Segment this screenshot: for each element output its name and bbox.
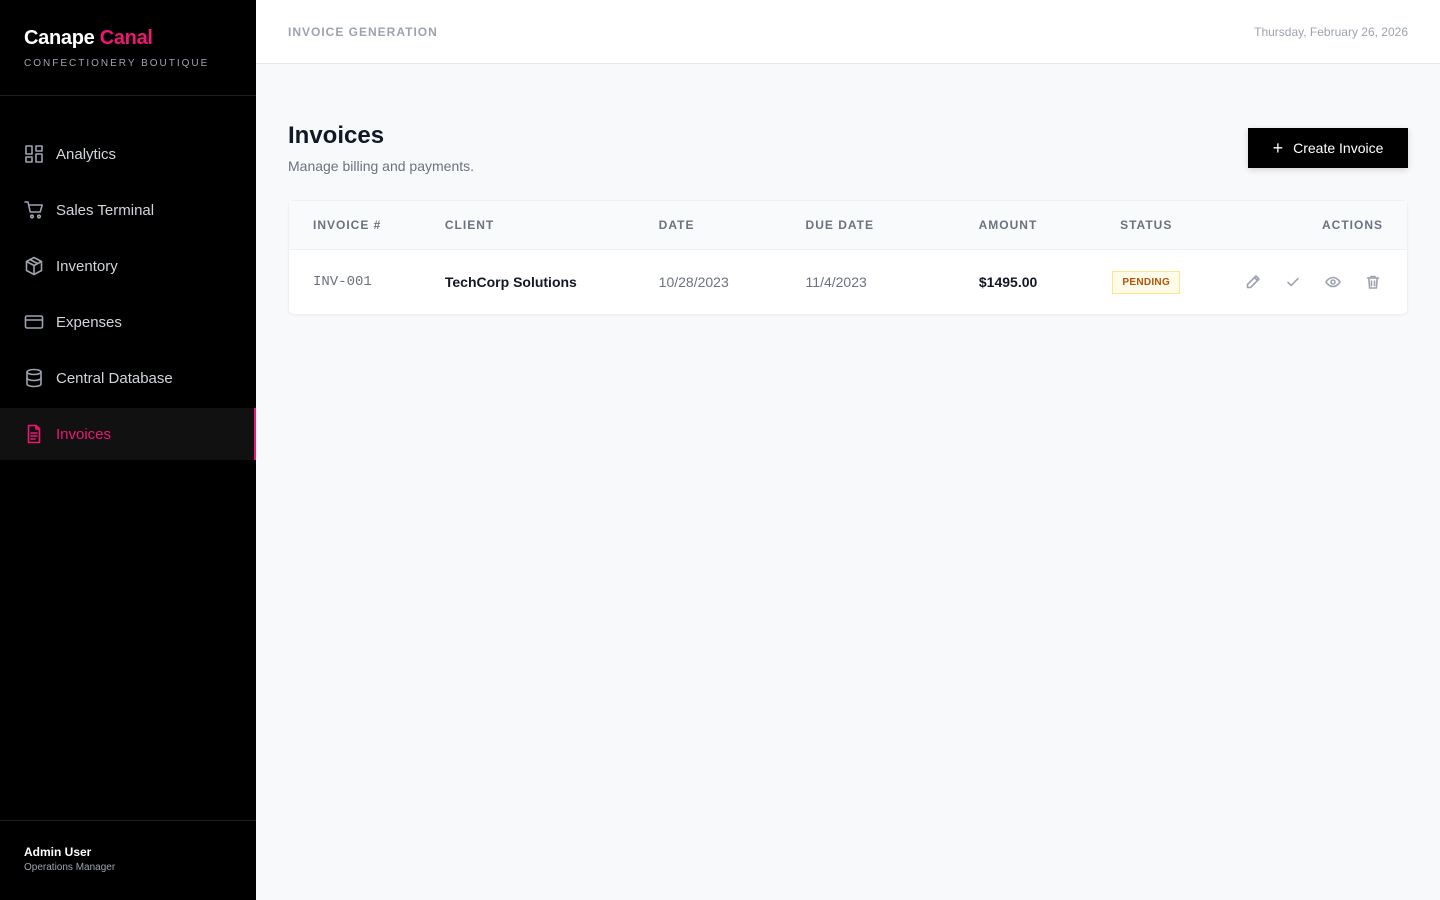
row-actions xyxy=(1225,272,1407,292)
invoice-number: INV-001 xyxy=(313,274,372,290)
due-date: 11/4/2023 xyxy=(805,274,867,290)
cart-icon xyxy=(24,200,44,220)
plus-icon: + xyxy=(1272,138,1284,158)
check-icon[interactable] xyxy=(1283,272,1303,292)
sidebar-item-label: Invoices xyxy=(56,425,112,443)
file-text-icon xyxy=(24,424,44,444)
card-icon xyxy=(24,312,44,332)
column-header-due-date[interactable]: DUE DATE xyxy=(806,218,916,232)
box-icon xyxy=(24,256,44,276)
brand-name-main: Canape xyxy=(24,27,95,49)
top-bar: INVOICE GENERATION Thursday, February 26… xyxy=(256,0,1440,64)
status-cell: PENDING xyxy=(1037,270,1225,294)
create-invoice-button[interactable]: + Create Invoice xyxy=(1248,128,1408,168)
table-row[interactable]: INV-001 TechCorp Solutions 10/28/2023 11… xyxy=(289,250,1407,314)
trash-icon[interactable] xyxy=(1363,272,1383,292)
create-invoice-label: Create Invoice xyxy=(1293,140,1384,156)
sidebar-item-label: Analytics xyxy=(56,145,117,163)
page-title: Invoices xyxy=(288,122,385,149)
table-header: INVOICE # CLIENT DATE DUE DATE AMOUNT ST… xyxy=(289,201,1407,250)
current-date: Thursday, February 26, 2026 xyxy=(1254,24,1408,39)
sidebar-item-sales-terminal[interactable]: Sales Terminal xyxy=(0,184,256,236)
column-header-amount[interactable]: AMOUNT xyxy=(915,218,1037,232)
user-role: Operations Manager xyxy=(24,862,116,873)
edit-icon[interactable] xyxy=(1243,272,1263,292)
brand-name-accent: Canal xyxy=(99,27,153,49)
column-header-client[interactable]: CLIENT xyxy=(445,218,659,232)
sidebar-item-invoices[interactable]: Invoices xyxy=(0,408,256,460)
sidebar-item-expenses[interactable]: Expenses xyxy=(0,296,256,348)
grid-icon xyxy=(24,144,44,164)
sidebar-item-central-database[interactable]: Central Database xyxy=(0,352,256,404)
sidebar-item-label: Inventory xyxy=(56,257,118,275)
section-title: INVOICE GENERATION xyxy=(288,24,438,39)
brand-subtitle: CONFECTIONERY BOUTIQUE xyxy=(24,58,210,69)
main-content: Invoices Manage billing and payments. + … xyxy=(288,120,1408,315)
column-header-date[interactable]: DATE xyxy=(659,218,806,232)
sidebar-item-inventory[interactable]: Inventory xyxy=(0,240,256,292)
column-header-status[interactable]: STATUS xyxy=(1037,218,1225,232)
eye-icon[interactable] xyxy=(1323,272,1343,292)
invoice-amount: $1495.00 xyxy=(978,274,1038,290)
column-header-actions: ACTIONS xyxy=(1321,218,1383,232)
sidebar-item-analytics[interactable]: Analytics xyxy=(0,128,256,180)
client-name: TechCorp Solutions xyxy=(444,274,577,290)
user-name: Admin User xyxy=(24,845,92,859)
sidebar: Canape Canal CONFECTIONERY BOUTIQUE Anal… xyxy=(0,0,256,900)
brand: Canape Canal CONFECTIONERY BOUTIQUE xyxy=(0,0,256,96)
user-profile[interactable]: Admin User Operations Manager xyxy=(0,820,256,900)
page-subtitle: Manage billing and payments. xyxy=(288,158,475,174)
invoice-date: 10/28/2023 xyxy=(658,274,729,290)
brand-logo[interactable]: Canape Canal xyxy=(24,26,232,50)
sidebar-item-label: Central Database xyxy=(56,369,173,387)
sidebar-item-label: Expenses xyxy=(56,313,122,331)
page-header: Invoices Manage billing and payments. + … xyxy=(288,120,1408,200)
sidebar-nav: Analytics Sales Terminal Inventory Expen… xyxy=(0,128,256,464)
column-header-invoice[interactable]: INVOICE # xyxy=(289,218,445,232)
database-icon xyxy=(24,368,44,388)
sidebar-item-label: Sales Terminal xyxy=(56,201,155,219)
status-badge: PENDING xyxy=(1112,270,1181,294)
invoices-table: INVOICE # CLIENT DATE DUE DATE AMOUNT ST… xyxy=(288,200,1408,315)
